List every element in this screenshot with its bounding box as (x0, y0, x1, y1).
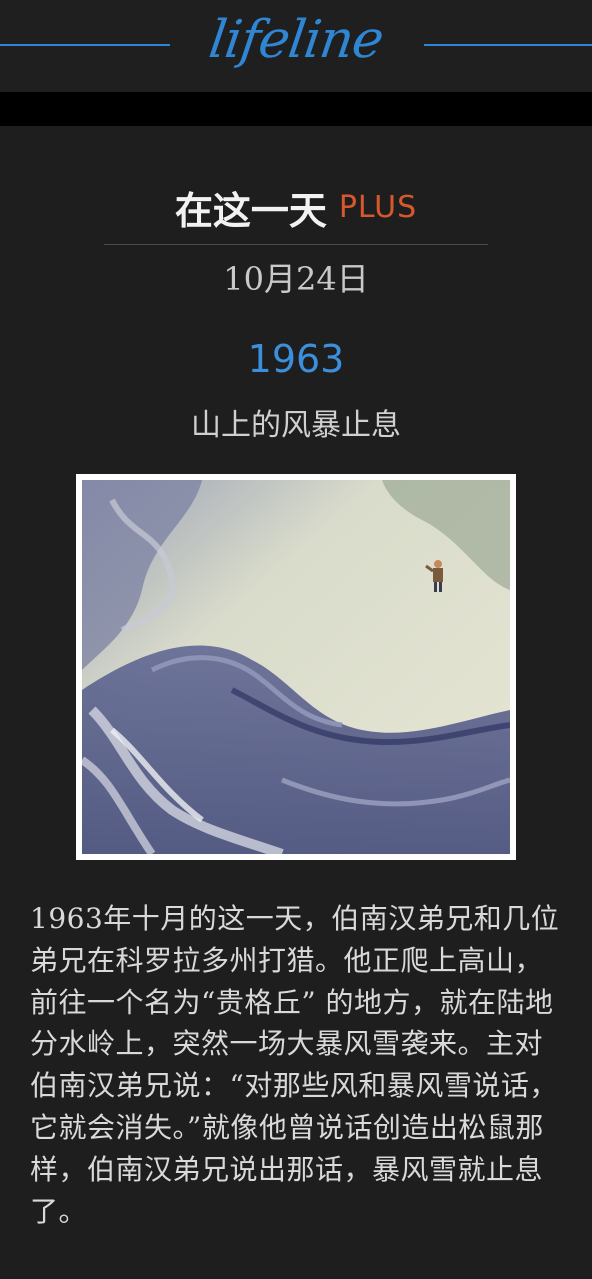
header-line-right (424, 44, 592, 46)
page-title: 在这一天 PLUS (0, 180, 592, 235)
event-year: 1963 (247, 337, 345, 381)
date-label: 10月24日 (223, 260, 369, 298)
header-line-left (0, 44, 170, 46)
event-image-frame[interactable] (76, 474, 516, 860)
event-headline: 山上的风暴止息 (191, 408, 401, 443)
page-title-text: 在这一天 (174, 188, 327, 233)
event-body-text: 1963年十月的这一天，伯南汉弟兄和几位弟兄在科罗拉多州打猎。他正爬上高山，前往… (30, 902, 560, 1228)
title-divider (104, 244, 488, 245)
lifeline-logo[interactable]: lifeline (181, 4, 411, 76)
header-separator-bar (0, 92, 592, 126)
app-header: lifeline (0, 0, 592, 92)
storm-painting-image (82, 480, 510, 854)
plus-badge: PLUS (338, 190, 418, 225)
